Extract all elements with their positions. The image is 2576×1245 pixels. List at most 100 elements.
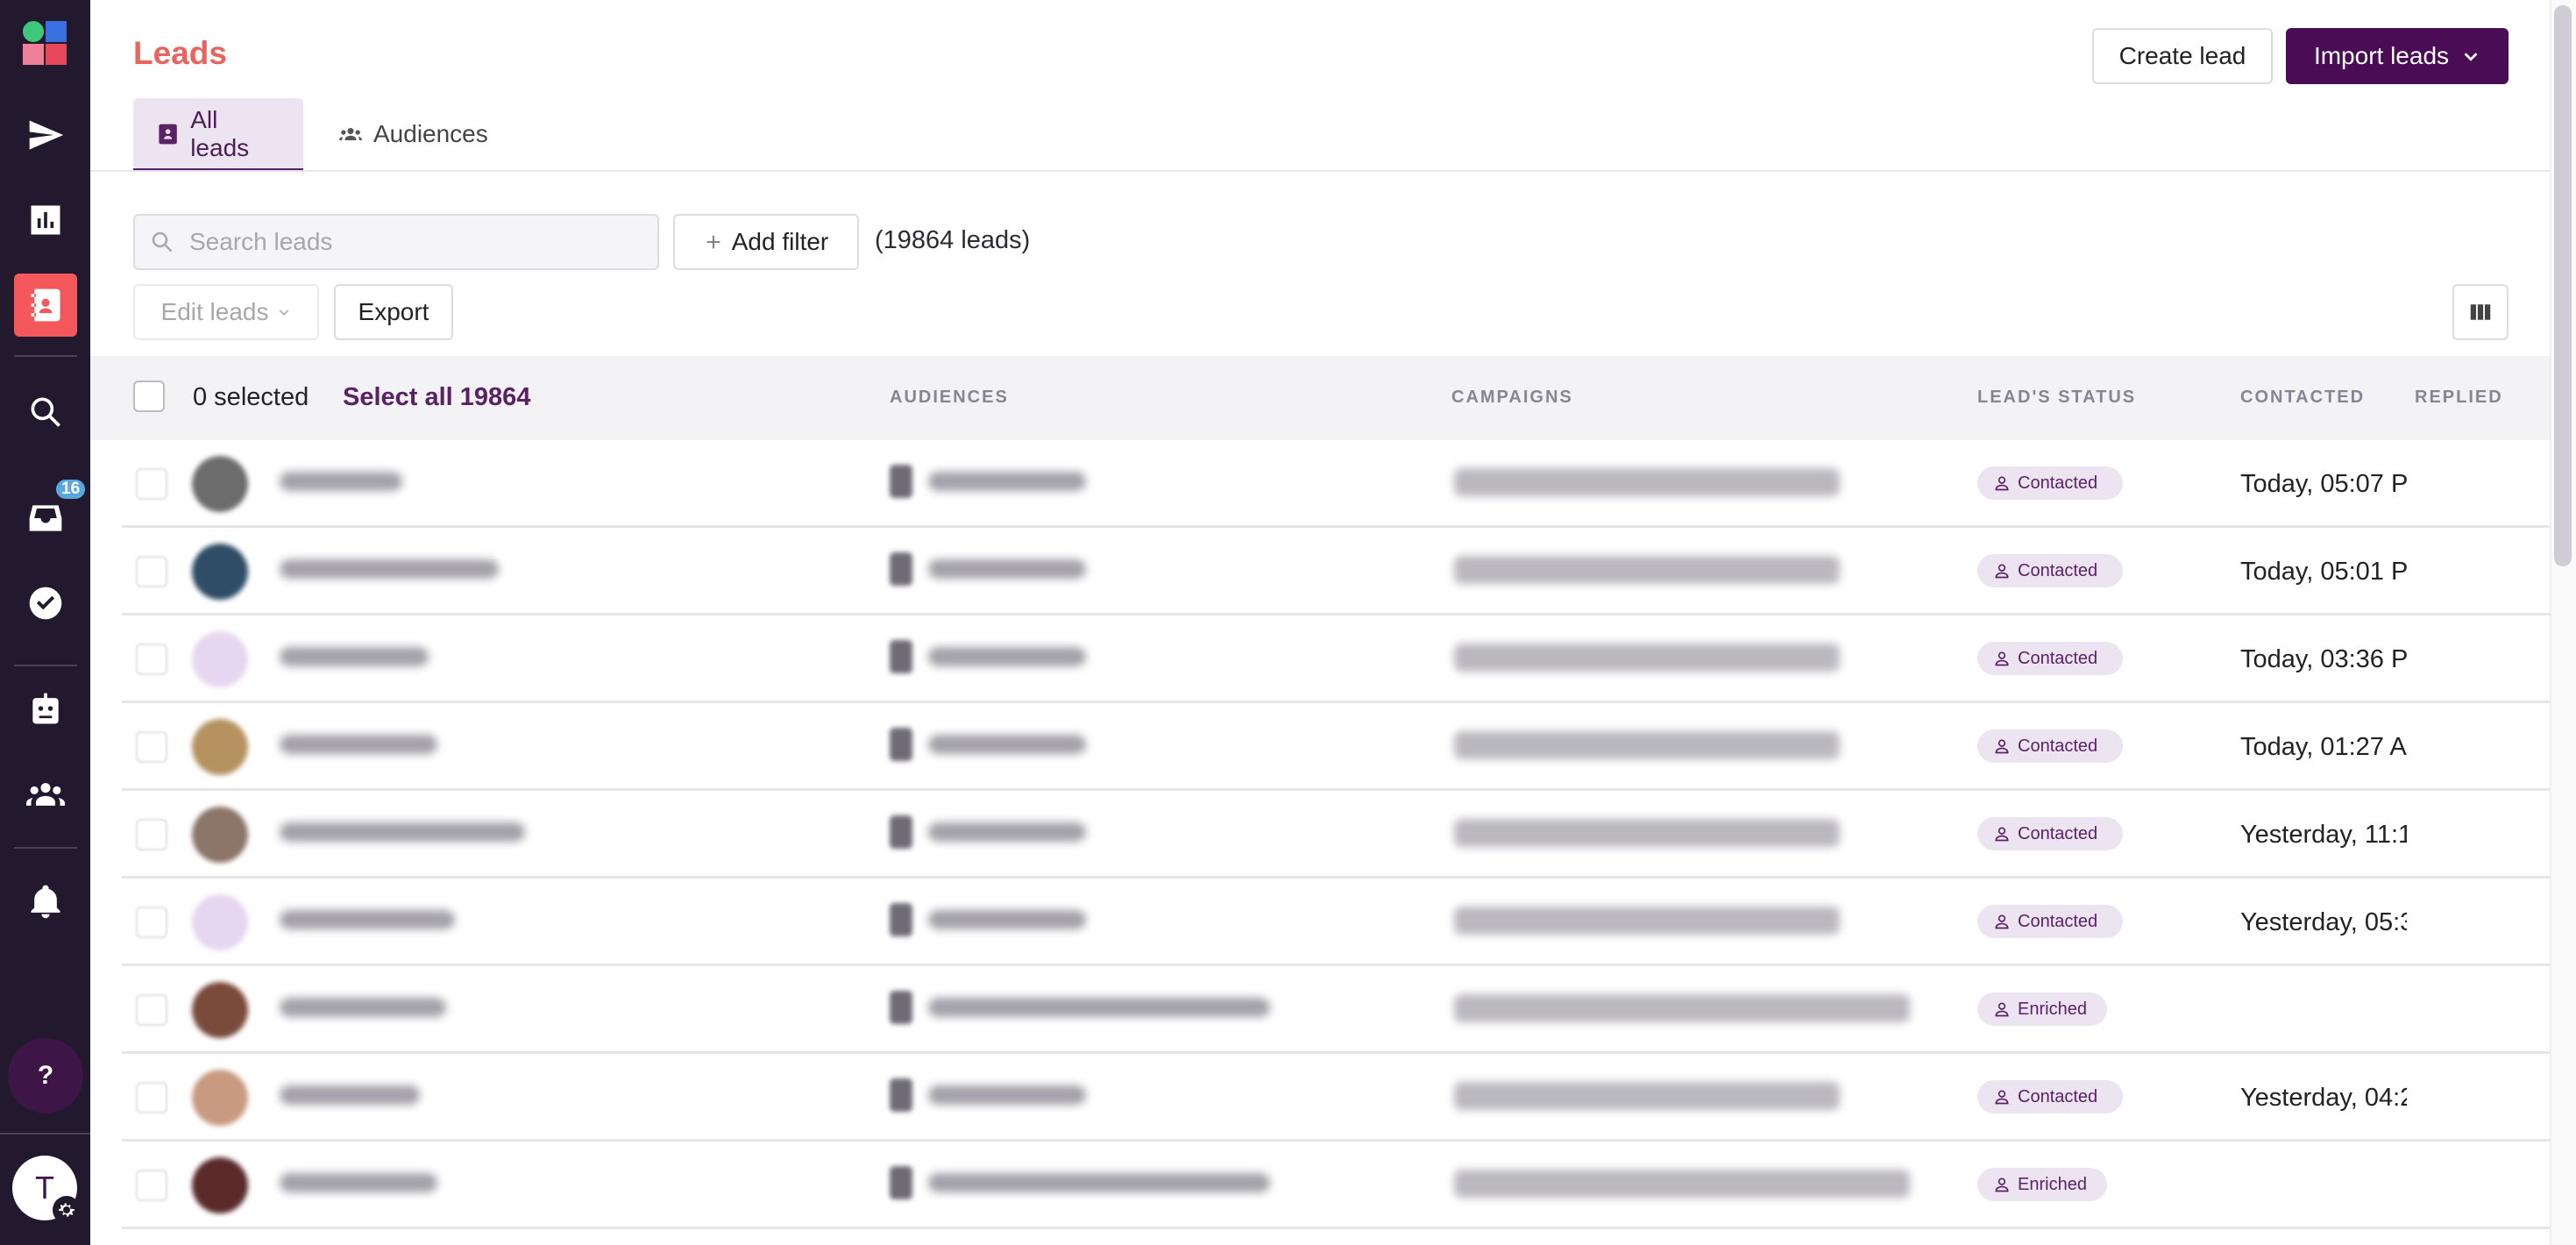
settings-gear-icon[interactable] <box>53 1196 81 1224</box>
nav-notifications[interactable] <box>14 870 77 933</box>
row-checkbox[interactable] <box>136 907 167 938</box>
status-label: Contacted <box>2018 648 2098 668</box>
lead-name-redacted[interactable] <box>280 910 455 929</box>
audience-icon <box>890 991 912 1024</box>
row-checkbox[interactable] <box>136 468 167 500</box>
lead-avatar <box>192 807 248 863</box>
table-row[interactable]: Contacted Today, 03:36 PM <box>122 615 2550 703</box>
robot-icon <box>32 693 59 724</box>
table-row[interactable]: Contacted Today, 01:27 AM <box>122 703 2550 791</box>
select-all-checkbox[interactable] <box>133 381 165 412</box>
status-label: Contacted <box>2018 560 2098 580</box>
lead-name-redacted[interactable] <box>280 735 437 754</box>
column-header-status[interactable]: LEAD'S STATUS <box>1977 388 2136 408</box>
lead-name-redacted[interactable] <box>280 1085 420 1105</box>
person-icon <box>1995 1177 2009 1192</box>
audience-icon <box>890 728 912 761</box>
help-button[interactable]: ? <box>8 1038 83 1113</box>
nav-search[interactable] <box>14 381 77 444</box>
column-settings-button[interactable] <box>2452 284 2509 340</box>
campaign-redacted <box>1454 1082 1840 1110</box>
nav-reports[interactable] <box>14 189 77 252</box>
contacted-date: Yesterday, 05:30 PM <box>2240 908 2407 936</box>
audience-name-redacted <box>928 1085 1086 1105</box>
chevron-down-icon <box>280 309 289 317</box>
page-title: Leads <box>133 35 227 71</box>
row-checkbox[interactable] <box>136 994 167 1026</box>
lead-name-redacted[interactable] <box>280 559 499 579</box>
status-label: Contacted <box>2018 911 2098 931</box>
row-checkbox[interactable] <box>136 556 167 587</box>
inbox-icon <box>29 505 62 531</box>
bell-icon <box>31 885 60 919</box>
lead-name-redacted[interactable] <box>280 822 525 842</box>
status-label: Enriched <box>2018 999 2087 1019</box>
audience-name-redacted <box>928 735 1086 754</box>
tab-all-leads[interactable]: All leads <box>133 98 303 172</box>
status-label: Contacted <box>2018 823 2098 843</box>
paper-plane-icon <box>29 120 64 150</box>
add-filter-label: Add filter <box>731 228 829 255</box>
leads-count: (19864 leads) <box>875 226 1031 254</box>
table-row[interactable]: Contacted Yesterday, 11:12 PM <box>122 791 2550 879</box>
contacted-date: Today, 05:07 PM <box>2240 470 2407 498</box>
lead-avatar <box>192 1157 248 1213</box>
status-label: Contacted <box>2018 473 2098 493</box>
nav-automation[interactable] <box>14 678 77 741</box>
add-filter-button[interactable]: Add filter <box>673 214 859 270</box>
search-field[interactable] <box>133 214 659 270</box>
row-checkbox[interactable] <box>136 731 167 763</box>
nav-inbox[interactable]: 16 <box>14 478 88 550</box>
table-row[interactable]: Contacted Today, 05:01 PM <box>122 528 2550 615</box>
scrollbar-thumb[interactable] <box>2554 5 2572 566</box>
column-header-replied[interactable]: REPLIED <box>2415 388 2503 408</box>
export-button[interactable]: Export <box>334 284 453 340</box>
row-checkbox[interactable] <box>136 1082 167 1113</box>
status-badge: Enriched <box>1977 992 2107 1026</box>
lead-avatar <box>192 456 248 512</box>
app-logo[interactable] <box>23 21 68 67</box>
nav-divider <box>14 665 77 666</box>
lead-avatar <box>192 1070 248 1126</box>
column-header-campaigns[interactable]: CAMPAIGNS <box>1451 388 1573 408</box>
search-input[interactable] <box>188 227 643 257</box>
campaign-redacted <box>1454 731 1840 759</box>
campaign-redacted <box>1454 644 1840 672</box>
campaign-redacted <box>1454 994 1910 1022</box>
lead-name-redacted[interactable] <box>280 998 446 1017</box>
tab-label: Audiences <box>373 120 488 147</box>
table-row[interactable]: Enriched <box>122 966 2550 1054</box>
row-checkbox[interactable] <box>136 1170 167 1201</box>
column-header-contacted[interactable]: CONTACTED <box>2240 388 2365 408</box>
create-lead-button[interactable]: Create lead <box>2092 28 2273 84</box>
sidebar: 16 ? T <box>0 0 90 1245</box>
select-all-link[interactable]: Select all 19864 <box>343 383 530 412</box>
person-icon <box>1995 739 2009 754</box>
campaign-redacted <box>1454 556 1840 584</box>
import-leads-button[interactable]: Import leads <box>2286 28 2509 84</box>
people-icon <box>339 128 362 140</box>
lead-name-redacted[interactable] <box>280 647 429 666</box>
status-label: Enriched <box>2018 1174 2087 1194</box>
edit-leads-button[interactable]: Edit leads <box>133 284 319 340</box>
tab-audiences[interactable]: Audiences <box>316 98 511 170</box>
lead-name-redacted[interactable] <box>280 1173 437 1192</box>
status-badge: Contacted <box>1977 642 2123 675</box>
nav-leads[interactable] <box>14 274 77 337</box>
nav-tasks[interactable] <box>14 572 77 635</box>
audience-icon <box>890 903 912 936</box>
table-row[interactable]: Contacted Yesterday, 05:30 PM <box>122 879 2550 966</box>
row-checkbox[interactable] <box>136 819 167 850</box>
nav-campaigns[interactable] <box>14 103 77 167</box>
table-row[interactable]: Contacted Today, 05:07 PM <box>122 440 2550 528</box>
lead-avatar <box>192 719 248 775</box>
table-row[interactable]: Contacted Yesterday, 04:20 PM <box>122 1054 2550 1142</box>
edit-leads-label: Edit leads <box>160 298 269 325</box>
tab-label: All leads <box>190 106 250 161</box>
import-leads-label: Import leads <box>2313 42 2450 69</box>
row-checkbox[interactable] <box>136 644 167 675</box>
lead-name-redacted[interactable] <box>280 472 402 491</box>
column-header-audiences[interactable]: AUDIENCES <box>890 388 1009 408</box>
table-row[interactable]: Enriched <box>122 1142 2550 1229</box>
nav-team[interactable] <box>14 763 77 826</box>
